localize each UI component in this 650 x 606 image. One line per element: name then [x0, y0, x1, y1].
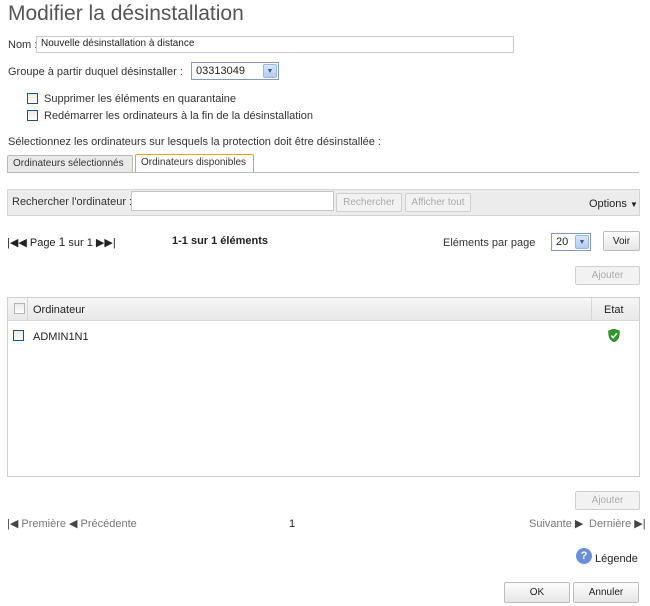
options-label: Options: [589, 198, 627, 210]
add-button-bottom[interactable]: Ajouter: [575, 491, 640, 510]
per-page-value: 20: [556, 236, 569, 248]
name-label: Nom :: [8, 39, 38, 51]
view-button[interactable]: Voir: [603, 231, 640, 251]
search-input[interactable]: [131, 191, 334, 211]
column-header-state[interactable]: Etat: [604, 304, 624, 316]
chevron-down-icon[interactable]: ▼: [263, 64, 277, 78]
group-label: Groupe à partir duquel désinstaller :: [8, 66, 183, 78]
select-all-checkbox[interactable]: [14, 303, 25, 314]
previous-page-icon: ◀: [69, 518, 78, 530]
tab-divider: [7, 172, 639, 173]
first-page-icon[interactable]: |◀: [7, 237, 18, 249]
page-word: Page: [29, 237, 56, 249]
current-page-number: 1: [289, 518, 296, 530]
restart-checkbox-label: Redémarrer les ordinateurs à la fin de l…: [44, 110, 314, 122]
prev-page-icon[interactable]: ◀: [18, 237, 26, 249]
select-computers-label: Sélectionnez les ordinateurs sur lesquel…: [8, 136, 381, 148]
quarantine-checkbox[interactable]: [27, 93, 38, 104]
cancel-button[interactable]: Annuler: [573, 582, 639, 603]
group-select-value: 03313049: [196, 65, 245, 77]
page-title: Modifier la désinstallation: [8, 2, 244, 25]
show-all-button[interactable]: Afficher tout: [405, 193, 471, 212]
previous-page-link[interactable]: ◀ Précédente: [69, 517, 137, 530]
table-header: Ordinateur Etat: [8, 298, 639, 321]
group-select[interactable]: 03313049 ▼: [191, 62, 279, 80]
computers-table: Ordinateur Etat ADMIN1N1: [7, 297, 640, 477]
ok-button[interactable]: OK: [504, 582, 570, 603]
caret-down-icon: ▼: [629, 200, 638, 209]
column-header-computer[interactable]: Ordinateur: [33, 304, 85, 316]
per-page-select[interactable]: 20 ▼: [551, 233, 591, 251]
search-label: Rechercher l'ordinateur :: [12, 196, 133, 208]
next-page-link[interactable]: Suivante ▶: [529, 517, 583, 530]
search-button[interactable]: Rechercher: [336, 193, 402, 212]
next-page-label: Suivante: [529, 518, 572, 530]
tab-selected-computers[interactable]: Ordinateurs sélectionnés: [7, 155, 133, 172]
restart-checkbox[interactable]: [27, 110, 38, 121]
legend-link[interactable]: Légende: [595, 553, 638, 565]
first-page-label: Première: [21, 518, 67, 530]
page-current: 1: [58, 235, 66, 249]
green-shield-check-icon: [608, 329, 620, 342]
quarantine-checkbox-label: Supprimer les éléments en quarantaine: [44, 93, 237, 105]
chevron-down-icon[interactable]: ▼: [575, 235, 589, 249]
last-page-icon[interactable]: ▶|: [104, 237, 115, 249]
last-page-icon: ▶|: [634, 518, 646, 530]
name-field[interactable]: Nouvelle désinstallation à distance: [36, 36, 514, 53]
items-summary: 1-1 sur 1 éléments: [172, 235, 268, 247]
help-question-icon[interactable]: ?: [576, 548, 592, 564]
last-page-link[interactable]: Dernière ▶|: [589, 517, 646, 530]
next-page-icon: ▶: [574, 518, 584, 530]
last-page-label: Dernière: [589, 518, 632, 530]
pager-top: |◀◀ Page 1 sur 1 ▶▶|: [7, 235, 116, 249]
options-menu[interactable]: Options ▼: [589, 198, 638, 210]
page-total: 1: [86, 237, 93, 249]
first-page-link[interactable]: |◀ Première: [7, 517, 66, 530]
computer-name: ADMIN1N1: [33, 331, 89, 343]
previous-page-label: Précédente: [80, 518, 137, 530]
table-row[interactable]: ADMIN1N1: [8, 326, 639, 348]
per-page-label: Eléments par page: [443, 237, 536, 249]
row-checkbox[interactable]: [13, 330, 24, 341]
of-word: sur: [68, 237, 84, 249]
tab-available-computers[interactable]: Ordinateurs disponibles: [135, 154, 254, 172]
add-button-top[interactable]: Ajouter: [575, 266, 640, 285]
first-page-icon: |◀: [7, 518, 19, 530]
